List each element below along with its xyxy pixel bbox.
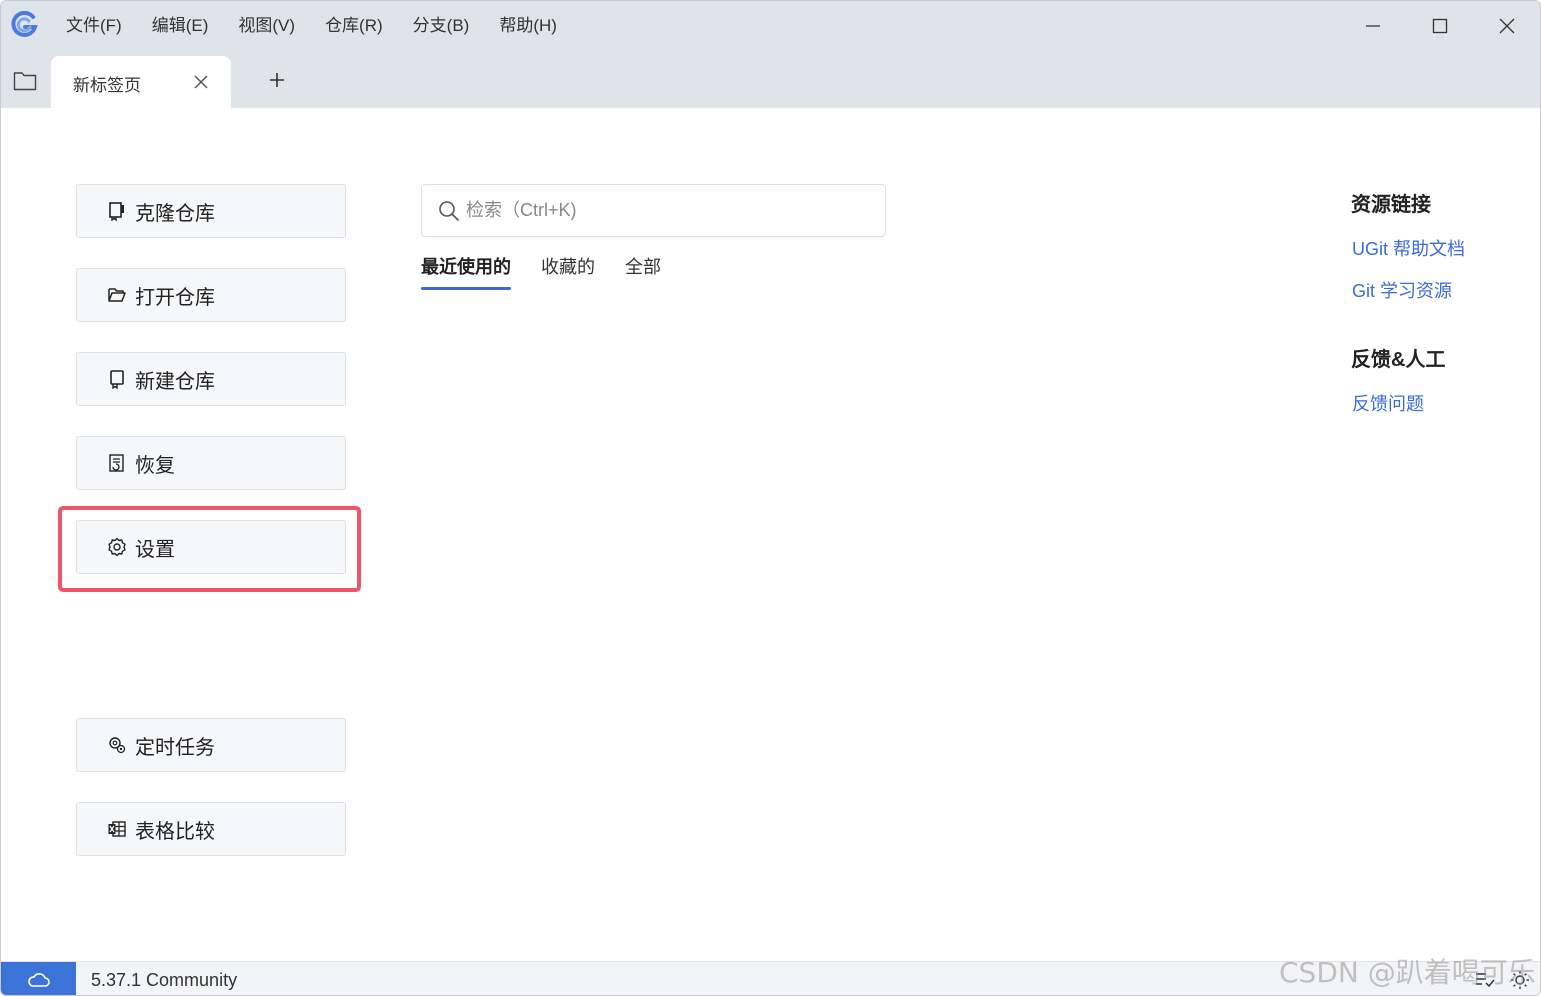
close-button[interactable] (1473, 1, 1540, 51)
new-repository-button[interactable]: 新建仓库 (76, 352, 346, 406)
table-compare-button[interactable]: 表格比较 (76, 802, 346, 856)
restore-icon (109, 454, 124, 472)
open-repository-button[interactable]: 打开仓库 (76, 268, 346, 322)
folder-open-icon (108, 288, 126, 302)
spreadsheet-icon (108, 821, 126, 837)
ugit-logo-icon (11, 11, 38, 37)
minimize-icon (1365, 25, 1380, 27)
minimize-button[interactable] (1339, 1, 1406, 51)
new-repo-icon (110, 370, 124, 389)
maximize-icon (1432, 18, 1447, 34)
menu-bar: 文件(F) 编辑(E) 视图(V) 仓库(R) 分支(B) 帮助(H) (51, 1, 572, 51)
menu-file[interactable]: 文件(F) (51, 1, 137, 51)
filter-tabs: 最近使用的 收藏的 全部 (421, 253, 691, 290)
report-issue-link[interactable]: 反馈问题 (1352, 390, 1424, 416)
cloud-icon (27, 973, 50, 987)
table-compare-label: 表格比较 (135, 820, 215, 843)
add-tab-icon[interactable] (265, 68, 289, 92)
resources-heading: 资源链接 (1351, 194, 1431, 216)
open-repository-label: 打开仓库 (135, 286, 215, 309)
tab-new-tab[interactable]: 新标签页 (51, 56, 231, 108)
folder-icon[interactable] (13, 71, 37, 91)
search-input[interactable] (466, 200, 866, 221)
tab-label: 新标签页 (73, 76, 141, 95)
tab-recent[interactable]: 最近使用的 (421, 253, 511, 290)
clone-repository-button[interactable]: 克隆仓库 (76, 184, 346, 238)
scheduled-tasks-label: 定时任务 (135, 736, 215, 759)
feedback-heading: 反馈&人工 (1351, 349, 1446, 371)
watermark-text: CSDN @趴着喝可乐 (1279, 956, 1536, 989)
tab-bar: 新标签页 (1, 51, 1540, 108)
search-icon (439, 200, 459, 221)
cloud-button[interactable] (1, 962, 76, 995)
scheduled-tasks-button[interactable]: 定时任务 (76, 718, 346, 772)
window-controls (1339, 1, 1540, 51)
search-box[interactable] (421, 184, 886, 237)
clone-repository-label: 克隆仓库 (135, 202, 215, 225)
app-window: 文件(F) 编辑(E) 视图(V) 仓库(R) 分支(B) 帮助(H) 新标签页 (0, 0, 1541, 996)
tab-all[interactable]: 全部 (625, 253, 661, 290)
new-repository-label: 新建仓库 (135, 370, 215, 393)
settings-highlight-box (58, 506, 361, 592)
title-bar: 文件(F) 编辑(E) 视图(V) 仓库(R) 分支(B) 帮助(H) (1, 1, 1540, 51)
tab-favorites[interactable]: 收藏的 (541, 253, 595, 290)
version-label: 5.37.1 Community (91, 970, 238, 990)
menu-view[interactable]: 视图(V) (223, 1, 310, 51)
maximize-button[interactable] (1406, 1, 1473, 51)
scheduled-task-gear-icon (109, 737, 126, 754)
clone-repo-icon (109, 202, 124, 221)
restore-button[interactable]: 恢复 (76, 436, 346, 490)
menu-edit[interactable]: 编辑(E) (137, 1, 224, 51)
restore-label: 恢复 (135, 454, 175, 477)
git-learning-link[interactable]: Git 学习资源 (1352, 277, 1452, 303)
ugit-help-docs-link[interactable]: UGit 帮助文档 (1352, 235, 1465, 261)
menu-repository[interactable]: 仓库(R) (310, 1, 398, 51)
menu-branch[interactable]: 分支(B) (398, 1, 485, 51)
close-icon (1499, 18, 1514, 34)
menu-help[interactable]: 帮助(H) (484, 1, 572, 51)
tab-close-icon[interactable] (191, 72, 211, 92)
